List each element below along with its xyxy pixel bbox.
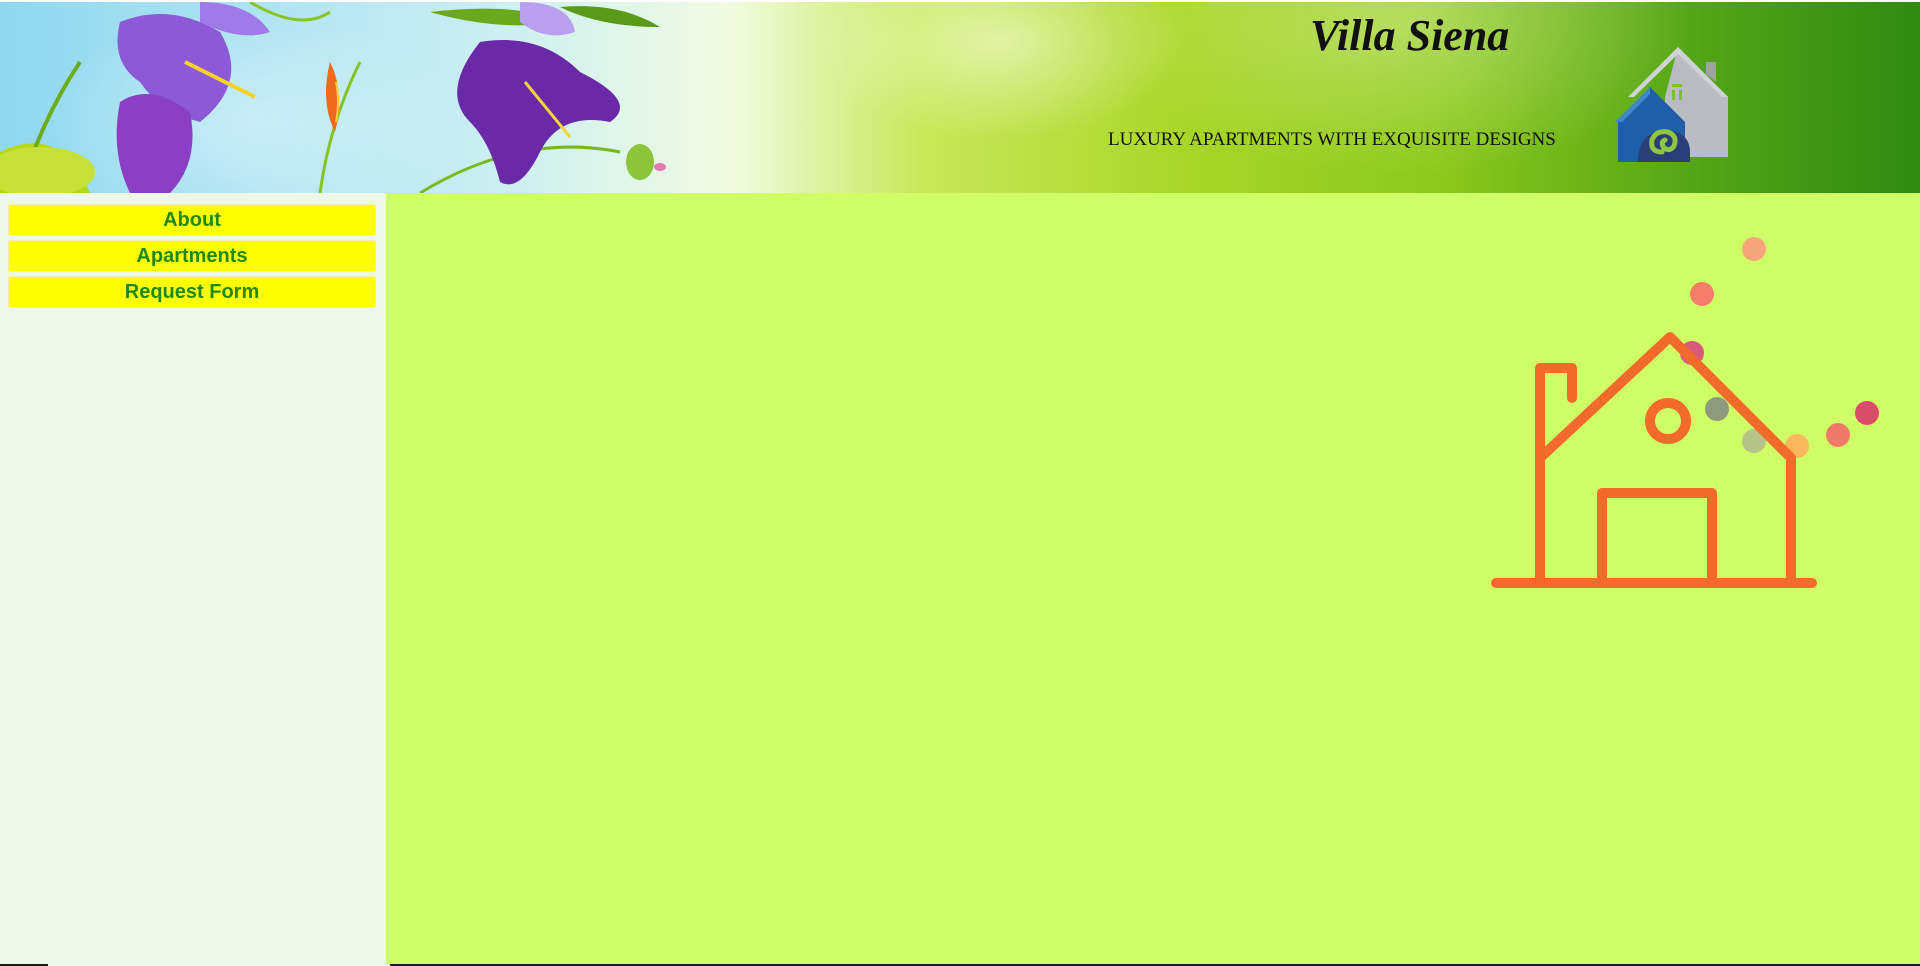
- sidebar-item-request-form[interactable]: Request Form: [8, 276, 376, 308]
- site-title: Villa Siena: [1310, 11, 1510, 60]
- flower-banner-image: [0, 2, 666, 193]
- main-content-area: [386, 193, 1920, 966]
- site-tagline: LUXURY APARTMENTS WITH EXQUISITE DESIGNS: [1108, 129, 1556, 150]
- house-spiral-logo-icon: [1615, 47, 1728, 162]
- floating-dot: [1855, 401, 1879, 425]
- floating-dot: [1742, 237, 1766, 261]
- floating-dot: [1705, 397, 1729, 421]
- sidebar-item-about[interactable]: About: [8, 204, 376, 236]
- sidebar-nav: About Apartments Request Form: [0, 193, 386, 966]
- header-banner: Villa Siena LUXURY APARTMENTS WITH EXQUI…: [0, 2, 1920, 193]
- floating-dot: [1826, 423, 1850, 447]
- sidebar-item-apartments[interactable]: Apartments: [8, 240, 376, 272]
- animated-house-icon: [1491, 237, 1879, 588]
- floating-dot: [1690, 282, 1714, 306]
